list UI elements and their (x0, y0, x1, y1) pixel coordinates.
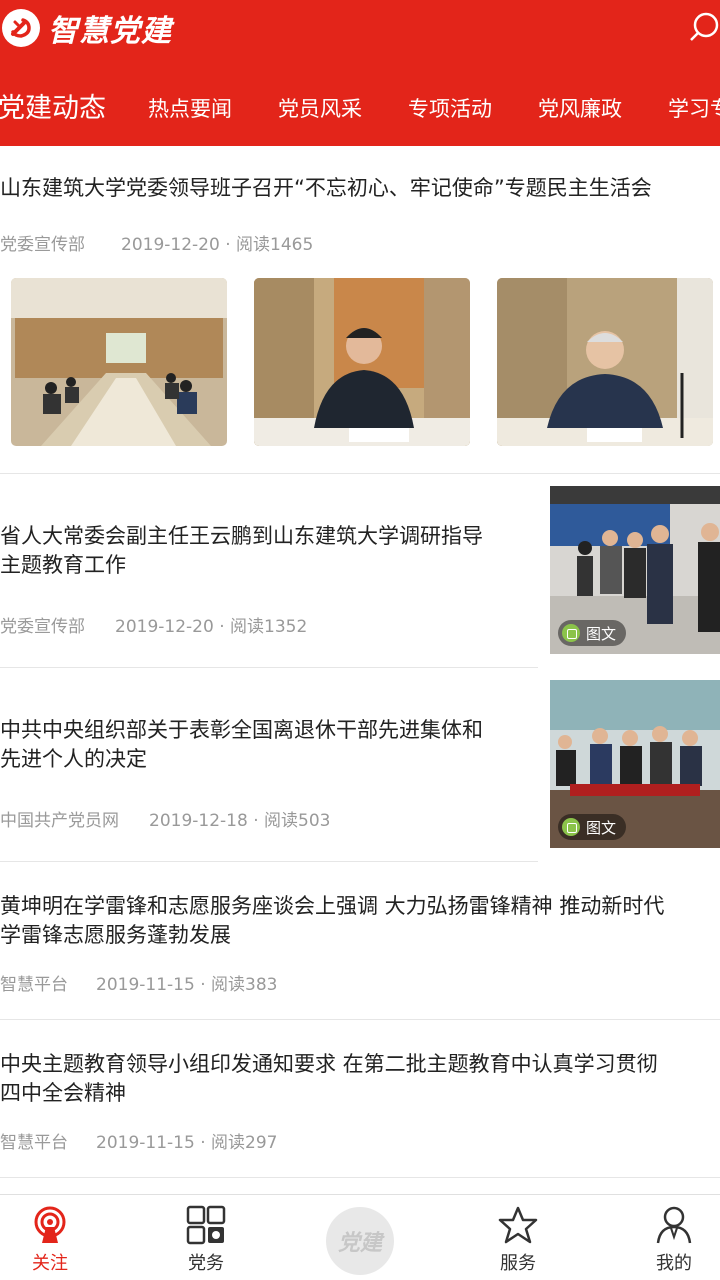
badge-label: 图文 (586, 624, 617, 643)
article-card[interactable]: 中共中央组织部关于表彰全国离退休干部先进集体和 先进个人的决定 中国共产党员网 2… (0, 668, 720, 862)
article-title-line: 中央主题教育领导小组印发通知要求 在第二批主题教育中认真学习贯彻 (0, 1052, 658, 1076)
divider (0, 1177, 720, 1178)
app-header: 智慧党建 党建动态 热点要闻 党员风采 专项活动 党风廉政 学习专 (0, 0, 720, 146)
article-title-line: 四中全会精神 (0, 1081, 126, 1105)
app-title: 智慧党建 (48, 14, 172, 49)
article-date: 2019-11-15 (96, 1133, 195, 1153)
article-card[interactable]: 中央主题教育领导小组印发通知要求 在第二批主题教育中认真学习贯彻 四中全会精神 … (0, 1020, 720, 1178)
article-reads: 阅读1352 (230, 617, 308, 637)
tabbar-label: 关注 (32, 1253, 68, 1274)
image-text-icon (562, 624, 580, 642)
article-photo (254, 278, 470, 446)
article-photo (497, 278, 713, 446)
article-date: 2019-12-18 (149, 811, 248, 831)
article-title-line: 学雷锋志愿服务蓬勃发展 (0, 923, 231, 947)
article-title: 中央主题教育领导小组印发通知要求 在第二批主题教育中认真学习贯彻 四中全会精神 (0, 1050, 720, 1108)
article-meta: 智慧平台 2019-11-15 · 阅读297 (0, 1133, 278, 1153)
party-emblem-icon (2, 9, 40, 47)
article-meta: 中国共产党员网 2019-12-18 · 阅读503 (0, 811, 331, 831)
broadcast-icon (30, 1205, 70, 1245)
article-reads: 阅读383 (211, 975, 278, 995)
tab-special-activities[interactable]: 专项活动 (408, 78, 492, 140)
tabbar-label: 服务 (500, 1253, 536, 1274)
tabbar-item-follow[interactable]: 关注 (0, 1195, 122, 1280)
article-reads: 阅读503 (264, 811, 331, 831)
article-reads: 阅读1465 (236, 235, 314, 255)
tabbar-label: 党务 (188, 1253, 224, 1274)
article-reads: 阅读297 (211, 1133, 278, 1153)
article-photo: 图文 (550, 486, 720, 654)
tabbar-item-party-affairs[interactable]: 党务 (134, 1195, 278, 1280)
grid-icon (186, 1205, 226, 1245)
media-type-badge: 图文 (558, 814, 627, 840)
article-card[interactable]: 省人大常委会副主任王云鹏到山东建筑大学调研指导 主题教育工作 党委宣传部 2019… (0, 474, 720, 668)
article-meta: 党委宣传部 2019-12-20 · 阅读1465 (0, 235, 314, 255)
user-icon (654, 1205, 694, 1245)
category-tabs: 党建动态 热点要闻 党员风采 专项活动 党风廉政 学习专 (0, 78, 720, 140)
bottom-tab-bar: 关注 党务 党建 服务 我的 (0, 1194, 720, 1280)
article-source: 党委宣传部 (0, 617, 85, 637)
image-text-icon (562, 818, 580, 836)
article-source: 党委宣传部 (0, 235, 85, 255)
tab-clean-governance[interactable]: 党风廉政 (538, 78, 622, 140)
tabbar-item-mine[interactable]: 我的 (602, 1195, 720, 1280)
tab-study[interactable]: 学习专 (668, 78, 720, 140)
tabbar-label: 我的 (656, 1253, 692, 1274)
article-title-line: 省人大常委会副主任王云鹏到山东建筑大学调研指导 (0, 524, 483, 548)
tab-hot-news[interactable]: 热点要闻 (148, 78, 232, 140)
article-meta: 党委宣传部 2019-12-20 · 阅读1352 (0, 617, 308, 637)
app-logo: 智慧党建 (0, 8, 172, 49)
article-meta: 智慧平台 2019-11-15 · 阅读383 (0, 975, 278, 995)
article-date: 2019-11-15 (96, 975, 195, 995)
media-type-badge: 图文 (558, 620, 627, 646)
party-building-center-icon[interactable]: 党建 (326, 1207, 394, 1275)
article-card[interactable]: 黄坤明在学雷锋和志愿服务座谈会上强调 大力弘扬雷锋精神 推动新时代 学雷锋志愿服… (0, 862, 720, 1020)
article-photo: 图文 (550, 680, 720, 848)
article-date: 2019-12-20 (121, 235, 220, 255)
article-date: 2019-12-20 (115, 617, 214, 637)
article-title: 黄坤明在学雷锋和志愿服务座谈会上强调 大力弘扬雷锋精神 推动新时代 学雷锋志愿服… (0, 892, 720, 950)
star-icon (498, 1205, 538, 1245)
article-title-line: 主题教育工作 (0, 553, 126, 577)
article-photo (11, 278, 227, 446)
article-title: 中共中央组织部关于表彰全国离退休干部先进集体和 先进个人的决定 (0, 716, 528, 774)
article-title: 省人大常委会副主任王云鹏到山东建筑大学调研指导 主题教育工作 (0, 522, 528, 580)
search-icon[interactable] (686, 10, 720, 44)
tab-party-news[interactable]: 党建动态 (0, 78, 106, 140)
center-button-label: 党建 (337, 1231, 382, 1256)
article-source: 中国共产党员网 (0, 811, 119, 831)
article-source: 智慧平台 (0, 1133, 68, 1153)
article-card[interactable]: 山东建筑大学党委领导班子召开“不忘初心、牢记使命”专题民主生活会 党委宣传部 20… (0, 146, 720, 474)
article-title: 山东建筑大学党委领导班子召开“不忘初心、牢记使命”专题民主生活会 (0, 176, 652, 200)
article-title-line: 黄坤明在学雷锋和志愿服务座谈会上强调 大力弘扬雷锋精神 推动新时代 (0, 894, 665, 918)
article-source: 智慧平台 (0, 975, 68, 995)
tab-member-style[interactable]: 党员风采 (278, 78, 362, 140)
article-title-line: 先进个人的决定 (0, 747, 147, 771)
tabbar-item-service[interactable]: 服务 (446, 1195, 590, 1280)
article-title-line: 中共中央组织部关于表彰全国离退休干部先进集体和 (0, 718, 483, 742)
badge-label: 图文 (586, 818, 617, 837)
